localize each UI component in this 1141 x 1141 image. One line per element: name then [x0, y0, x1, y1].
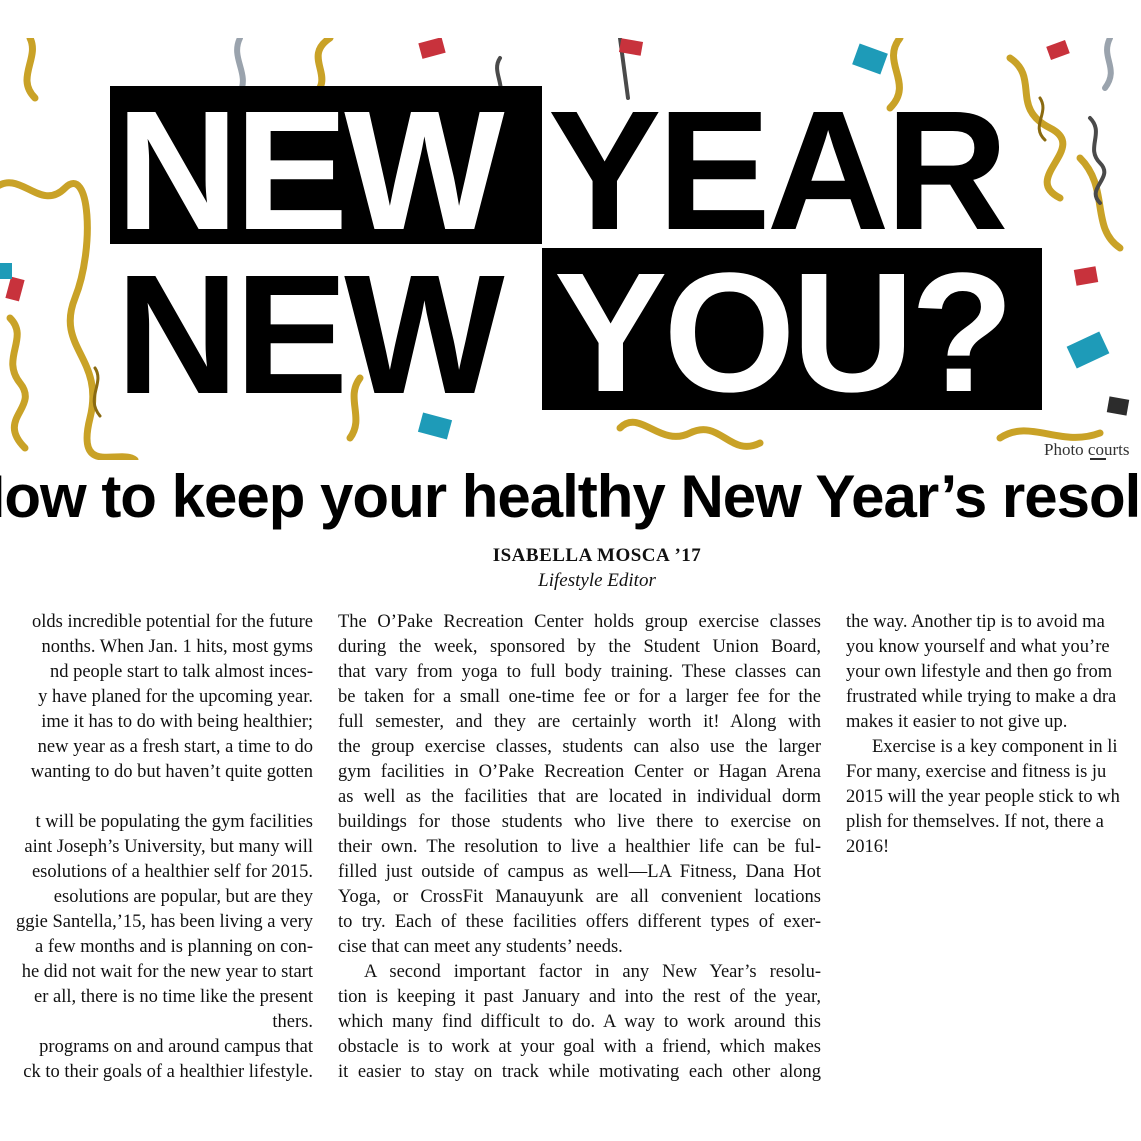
paragraph-line: The O’Pake Recreation Center holds group… — [338, 612, 821, 632]
paragraph-line: full semester, and they are certainly wo… — [338, 712, 821, 732]
text-column-right: the way. Another tip is to avoid ma you … — [846, 610, 1141, 860]
paragraph-line: wanting to do but haven’t quite gotten — [30, 762, 313, 782]
paragraph-line: esolutions of a healthier self for 2015. — [31, 862, 313, 882]
paragraph-line: For many, exercise and fitness is ju — [846, 762, 1107, 782]
paragraph-line — [0, 785, 313, 810]
paragraph-line: 2016! — [846, 837, 890, 857]
paragraph-line: filled just outside of campus as well—LA… — [338, 862, 821, 882]
paragraph-line: makes it easier to not give up. — [846, 712, 1068, 732]
paragraph-line: a few months and is planning on con- — [35, 937, 313, 957]
paragraph-line: you know yourself and what you’re — [846, 637, 1110, 657]
paragraph-line: frustrated while trying to make a dra — [846, 687, 1117, 707]
paragraph-line: to try. Each of these facilities offers … — [338, 912, 821, 932]
paragraph-line: your own lifestyle and then go from — [846, 662, 1113, 682]
author-role: Lifestyle Editor — [538, 570, 656, 591]
paragraph-line: be taken for a small one-time fee or for… — [338, 687, 821, 707]
paragraph-line: 2015 will the year people stick to wh — [846, 787, 1120, 807]
paragraph-line: Exercise is a key component in li — [872, 737, 1118, 757]
paragraph-line: olds incredible potential for the future — [31, 612, 313, 632]
paragraph-line: A second important factor in any New Yea… — [364, 962, 821, 982]
paragraph-line: which many find difficult to do. A way t… — [338, 1012, 821, 1032]
paragraph-line: the way. Another tip is to avoid ma — [846, 612, 1105, 632]
paragraph-line: aint Joseph’s University, but many will — [24, 837, 313, 857]
paragraph-line: t will be populating the gym facilities — [35, 812, 313, 832]
photo-credit: Photo courts — [1044, 440, 1130, 459]
title-new-2: NEW — [116, 240, 505, 430]
paragraph-line: thers. — [272, 1012, 313, 1032]
paragraph-line: ck to their goals of a healthier lifesty… — [23, 1062, 313, 1082]
paragraph-line: ggie Santella,’15, has been living a ver… — [16, 912, 313, 932]
paragraph-line: y have planed for the upcoming year. — [38, 687, 313, 707]
paragraph-line: new year as a fresh start, a time to do — [37, 737, 313, 757]
paragraph-line: their own. The resolution to live a heal… — [338, 837, 821, 857]
paragraph-line: it easier to stay on track while motivat… — [338, 1062, 821, 1082]
paragraph-line: gym facilities in O’Pake Recreation Cent… — [338, 762, 821, 782]
paragraph-line: Yoga, or CrossFit Manauyunk are all conv… — [338, 887, 821, 907]
paragraph-line: ime it has to do with being healthier; — [41, 712, 313, 732]
paragraph-line: programs on and around campus that — [39, 1037, 313, 1057]
paragraph-line: nd people start to talk almost inces- — [49, 662, 313, 682]
paragraph-line: cise that can meet any students’ needs. — [338, 937, 623, 957]
title-new-1: NEW — [110, 86, 542, 256]
paragraph-line: during the week, sponsored by the Studen… — [338, 637, 821, 657]
title-you: YOU? — [542, 248, 1042, 418]
text-column-left: olds incredible potential for the future… — [0, 610, 313, 1085]
article-headline: How to keep your healthy New Year’s reso… — [0, 463, 1141, 530]
paragraph-line: obstacle is to work at your goal with a … — [338, 1037, 821, 1057]
paragraph-line: esolutions are popular, but are they — [53, 887, 313, 907]
paragraph-line: the group exercise classes, students can… — [338, 737, 821, 757]
hero-image: NEW YEAR NEW YOU? — [0, 38, 1141, 460]
paragraph-line: nonths. When Jan. 1 hits, most gyms — [41, 637, 313, 657]
author-byline: ISABELLA MOSCA ’17 — [492, 545, 702, 566]
title-year: YEAR — [548, 76, 1008, 266]
paragraph-line: as well as the facilities that are locat… — [338, 787, 821, 807]
paragraph-line: er all, there is no time like the presen… — [34, 987, 313, 1007]
paragraph-line: plish for themselves. If not, there a — [846, 812, 1104, 832]
text-column-middle: The O’Pake Recreation Center holds group… — [338, 610, 821, 1085]
paragraph-line: tion is keeping it past January and into… — [338, 987, 821, 1007]
paragraph-line: buildings for those students who live th… — [338, 812, 821, 832]
paragraph-line: he did not wait for the new year to star… — [21, 962, 313, 982]
paragraph-line: that vary from yoga to full body trainin… — [338, 662, 821, 682]
